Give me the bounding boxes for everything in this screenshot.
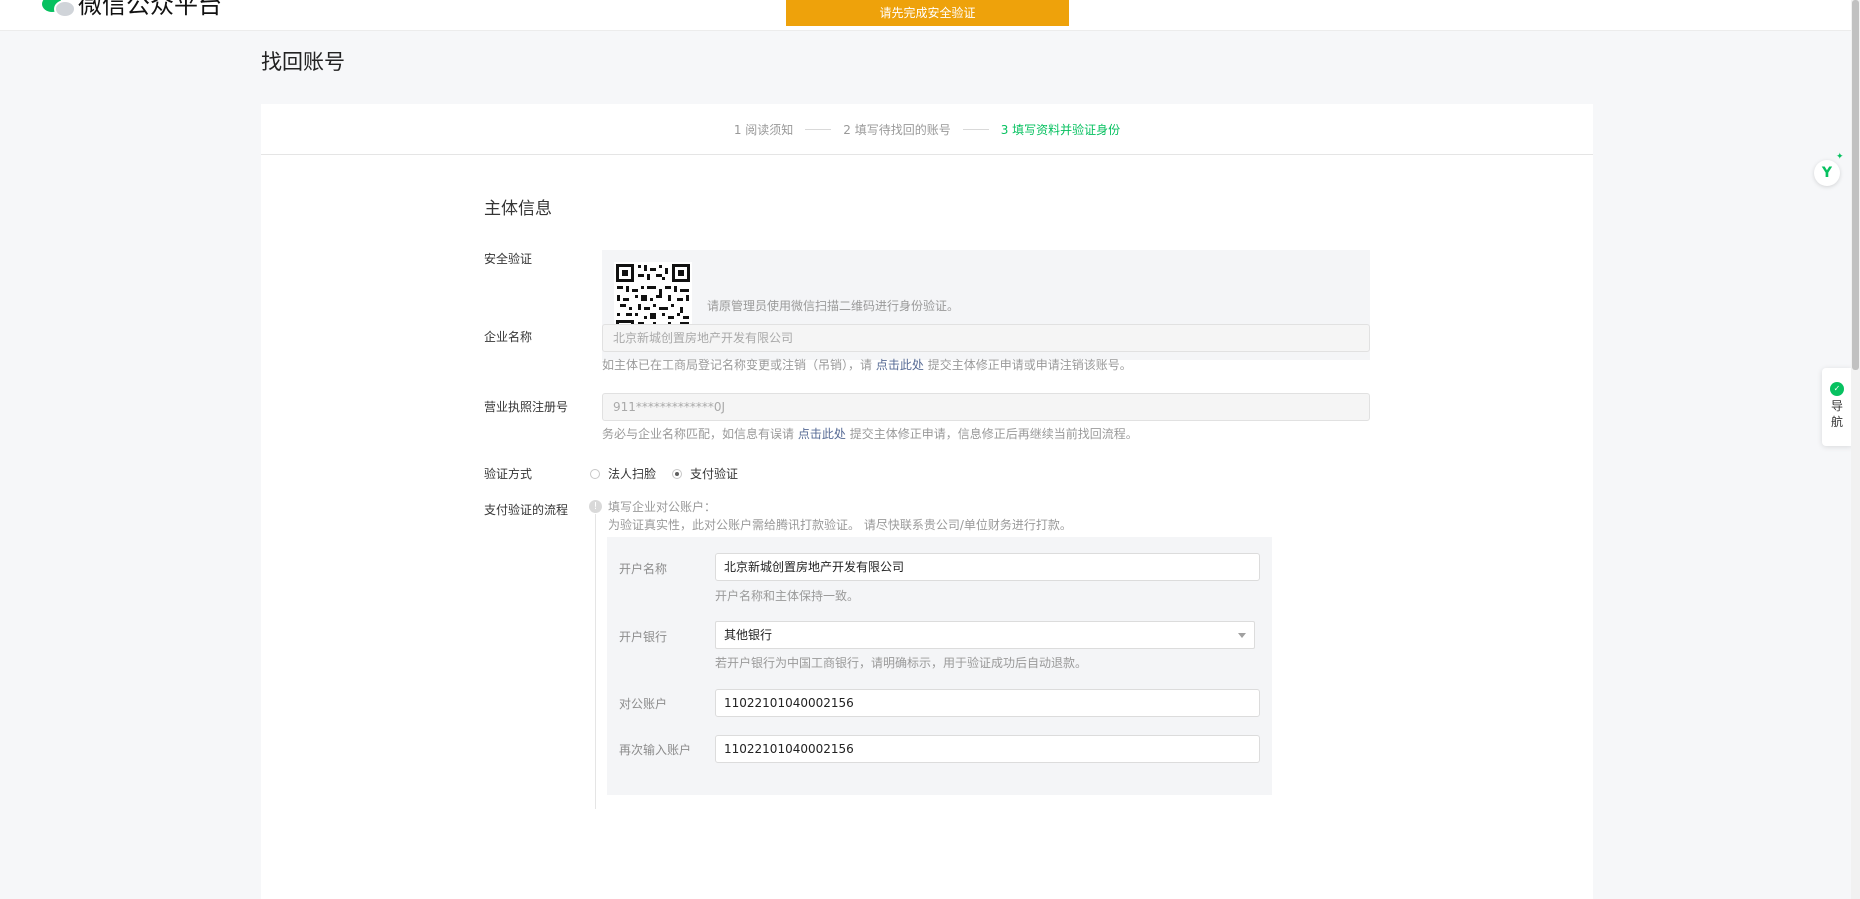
step-indicator: 1 阅读须知 2 填写待找回的账号 3 填写资料并验证身份 xyxy=(261,104,1593,155)
flow-line-2: 为验证真实性，此对公账户需给腾讯打款验证。 请尽快联系贵公司/单位财务进行打款。 xyxy=(608,518,1072,532)
bank-label: 开户银行 xyxy=(619,630,668,644)
flow-divider xyxy=(595,514,596,809)
page-scrollbar[interactable] xyxy=(1851,0,1860,899)
account-number-label: 对公账户 xyxy=(619,697,668,711)
assistant-y-icon[interactable]: Y xyxy=(1814,160,1840,186)
account-number-input[interactable]: 11022101040002156 xyxy=(715,689,1260,717)
hint-text: 务必与企业名称匹配，如信息有误请 xyxy=(602,427,795,441)
payment-account-form: 开户名称 北京新城创置房地产开发有限公司 开户名称和主体保持一致。 开户银行 其… xyxy=(607,537,1272,795)
license-number-input: 911*************0J xyxy=(602,393,1370,421)
step-2: 2 填写待找回的账号 xyxy=(843,121,950,138)
nav-check-icon: ✓ xyxy=(1830,382,1844,396)
nav-label[interactable]: 导航 xyxy=(1830,398,1844,430)
hint-text: 提交主体修正申请或申请注销该账号。 xyxy=(927,358,1132,372)
bank-select[interactable]: 其他银行 xyxy=(715,621,1255,649)
recovery-card: 1 阅读须知 2 填写待找回的账号 3 填写资料并验证身份 主体信息 安全验证 xyxy=(261,104,1593,899)
qr-tip: 请原管理员使用微信扫描二维码进行身份验证。 xyxy=(707,299,960,313)
account-name-label: 开户名称 xyxy=(619,562,668,576)
verify-method-radio-group: 法人扫脸 支付验证 xyxy=(590,465,754,482)
company-name-label: 企业名称 xyxy=(484,330,533,344)
pay-flow-description: 填写企业对公账户： 为验证真实性，此对公账户需给腾讯打款验证。 请尽快联系贵公司… xyxy=(608,498,1072,534)
radio-checked-icon[interactable] xyxy=(672,468,683,479)
wechat-logo[interactable]: 微信公众平台 xyxy=(42,0,222,18)
step-3: 3 填写资料并验证身份 xyxy=(1001,121,1120,138)
account-confirm-label: 再次输入账户 xyxy=(619,743,692,757)
step-label: 2 填写待找回的账号 xyxy=(843,122,951,137)
scrollbar-thumb[interactable] xyxy=(1852,0,1859,370)
license-label: 营业执照注册号 xyxy=(484,400,569,414)
radio-label[interactable]: 支付验证 xyxy=(690,465,738,482)
company-name-input: 北京新城创置房地产开发有限公司 xyxy=(602,324,1370,352)
step-label: 3 填写资料并验证身份 xyxy=(1000,122,1121,137)
floating-nav-button[interactable]: ✓ 导航 xyxy=(1822,368,1852,446)
security-label: 安全验证 xyxy=(484,252,533,266)
section-title: 主体信息 xyxy=(484,199,552,219)
bank-hint: 若开户银行为中国工商银行，请明确标示，用于验证成功后自动退款。 xyxy=(715,656,1088,670)
verify-method-label: 验证方式 xyxy=(484,467,533,481)
security-warning-banner: 请先完成安全验证 xyxy=(786,0,1069,26)
pay-flow-label: 支付验证的流程 xyxy=(484,503,569,517)
account-name-input[interactable]: 北京新城创置房地产开发有限公司 xyxy=(715,553,1260,581)
step-divider xyxy=(962,128,989,130)
page-title: 找回账号 xyxy=(261,50,345,74)
step-1: 1 阅读须知 xyxy=(734,121,793,138)
hint-text: 如主体已在工商局登记名称变更或注销（吊销），请 xyxy=(602,358,873,372)
account-confirm-input[interactable]: 11022101040002156 xyxy=(715,735,1260,763)
info-icon: ! xyxy=(589,500,602,513)
hint-text: 提交主体修正申请，信息修正后再继续当前找回流程。 xyxy=(849,427,1138,441)
step-label: 1 阅读须知 xyxy=(733,122,794,137)
flow-line-1: 填写企业对公账户： xyxy=(608,500,717,514)
radio-label[interactable]: 法人扫脸 xyxy=(608,465,656,482)
chevron-down-icon[interactable] xyxy=(1238,633,1246,638)
account-name-hint: 开户名称和主体保持一致。 xyxy=(715,589,860,603)
radio-face-scan[interactable]: 法人扫脸 xyxy=(590,465,656,482)
radio-payment[interactable]: 支付验证 xyxy=(672,465,738,482)
sparkle-icon: ✦ xyxy=(1836,152,1844,162)
wechat-bubble-icon xyxy=(42,0,76,18)
brand-name: 微信公众平台 xyxy=(78,0,222,19)
bank-selected-value: 其他银行 xyxy=(724,628,773,642)
radio-circle-icon[interactable] xyxy=(590,468,600,479)
company-name-hint: 如主体已在工商局登记名称变更或注销（吊销），请 点击此处 提交主体修正申请或申请… xyxy=(602,356,1132,373)
license-correction-link[interactable]: 点击此处 xyxy=(798,427,846,441)
license-hint: 务必与企业名称匹配，如信息有误请 点击此处 提交主体修正申请，信息修正后再继续当… xyxy=(602,425,1138,442)
step-divider xyxy=(805,128,832,130)
company-correction-link[interactable]: 点击此处 xyxy=(876,358,924,372)
